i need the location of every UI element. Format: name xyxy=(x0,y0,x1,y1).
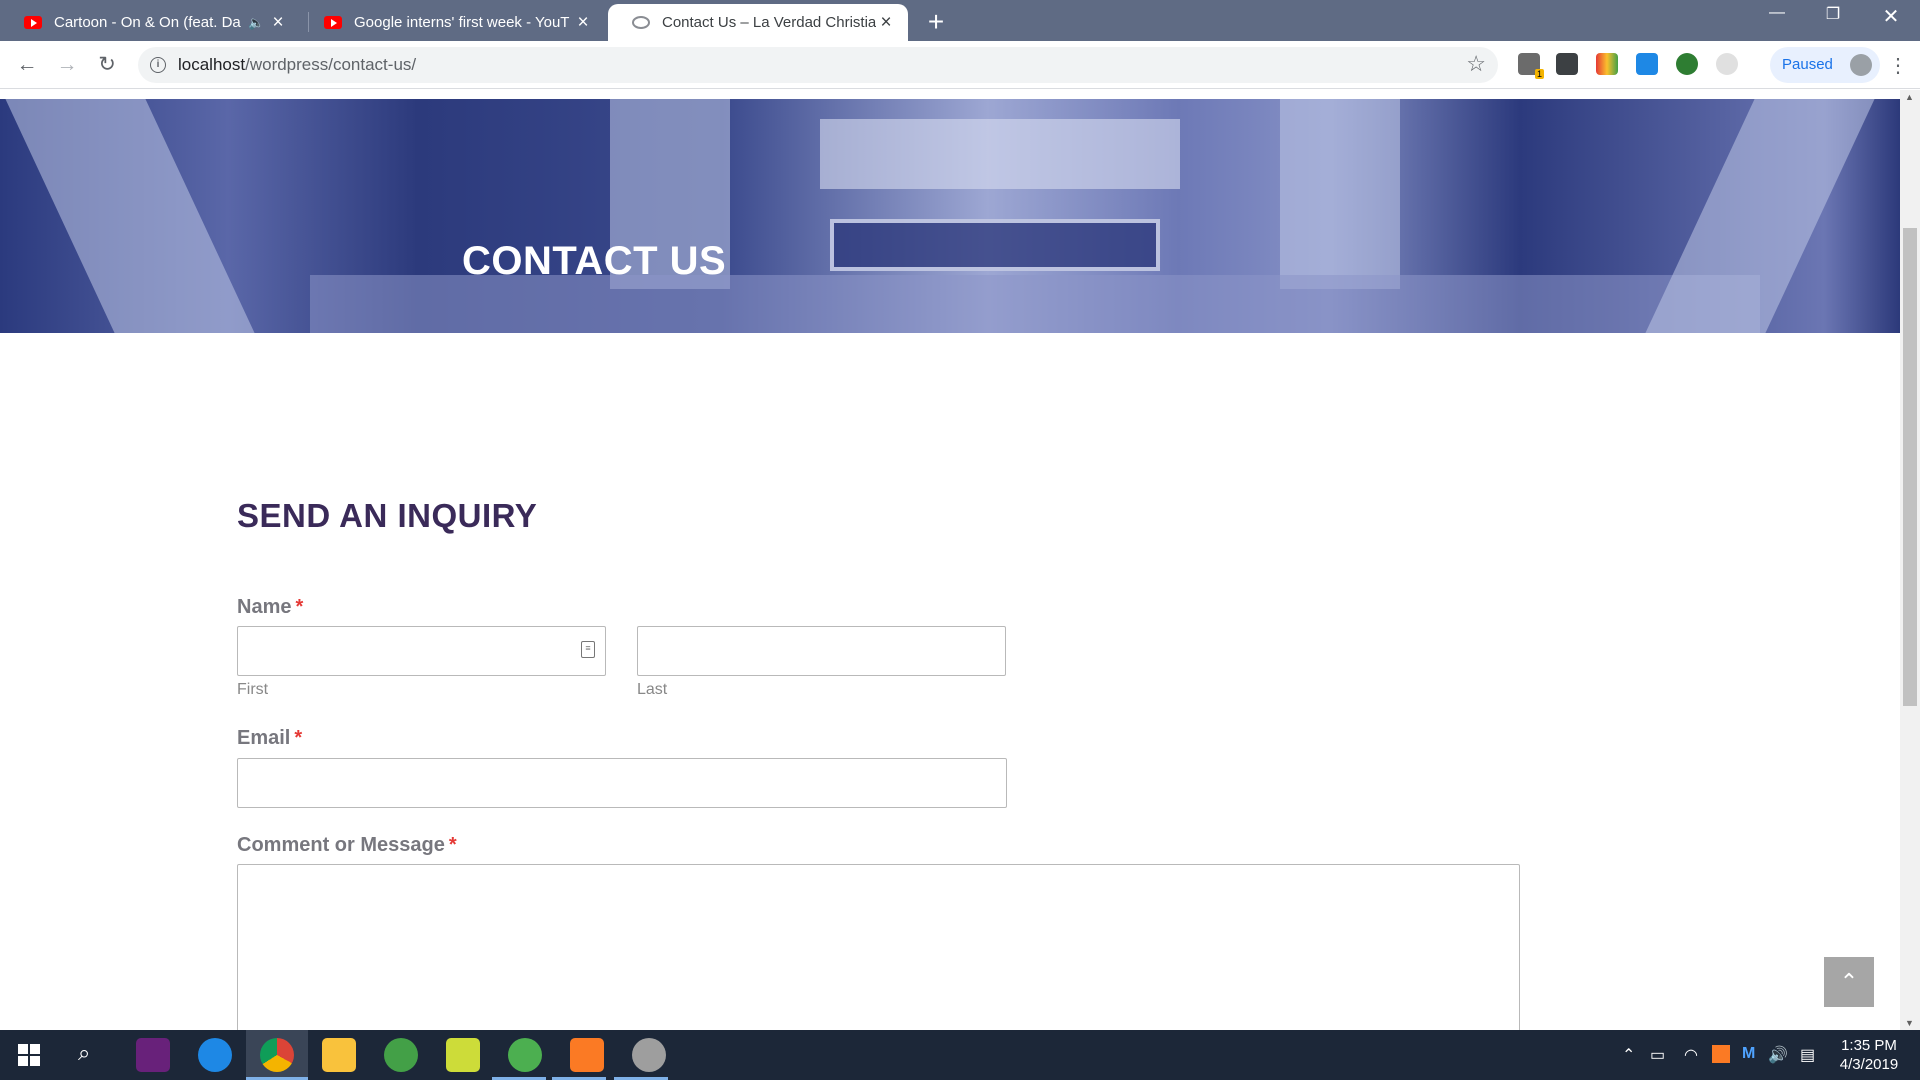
required-marker: * xyxy=(448,834,457,856)
youtube-icon xyxy=(324,16,342,29)
bookmark-star-icon[interactable]: ☆ xyxy=(1466,51,1486,77)
close-window-icon[interactable]: ✕ xyxy=(1871,4,1911,29)
avatar-icon xyxy=(1850,54,1872,76)
tab-title: Contact Us – La Verdad Christian xyxy=(662,14,876,31)
hero-building-pillar xyxy=(1280,99,1400,289)
youtube-icon xyxy=(24,16,42,29)
app-icon[interactable] xyxy=(198,1038,232,1072)
page-viewport: CONTACT US SEND AN INQUIRY Name * ≡ First… xyxy=(0,90,1900,1030)
app-icon[interactable] xyxy=(384,1038,418,1072)
tab-contact-us[interactable]: Contact Us – La Verdad Christian × xyxy=(608,4,908,41)
profile-label: Paused xyxy=(1782,56,1833,73)
close-tab-icon[interactable]: × xyxy=(876,12,896,34)
url-text[interactable]: localhost/wordpress/contact-us/ xyxy=(178,55,416,75)
hero-building-pillar xyxy=(5,99,255,333)
last-name-input[interactable] xyxy=(637,626,1006,676)
form-title: SEND AN INQUIRY xyxy=(237,497,538,534)
page-scrollbar[interactable]: ▲ ▼ xyxy=(1900,90,1920,1030)
file-explorer-icon[interactable] xyxy=(322,1038,356,1072)
clock-date: 4/3/2019 xyxy=(1839,1056,1899,1073)
globe-icon xyxy=(632,16,650,29)
tab-strip: Cartoon - On & On (feat. Da 🔈 × Google i… xyxy=(0,0,1920,41)
notifications-icon[interactable]: ▤ xyxy=(1800,1045,1815,1065)
name-label: Name * xyxy=(237,596,303,619)
profile-button[interactable]: Paused xyxy=(1770,47,1880,83)
restore-icon[interactable]: ❐ xyxy=(1813,4,1853,24)
contact-card-icon[interactable]: ≡ xyxy=(581,641,595,658)
reload-icon[interactable]: ↻ xyxy=(93,51,121,79)
tab-title: Google interns' first week - YouT xyxy=(354,14,570,31)
browser-toolbar: ← → ↻ i localhost/wordpress/contact-us/ … xyxy=(0,41,1920,89)
close-tab-icon[interactable]: × xyxy=(268,12,288,34)
hero-building-pillar xyxy=(1645,99,1875,333)
extension-icon[interactable] xyxy=(1596,53,1618,75)
email-label-text: Email xyxy=(237,727,291,749)
system-clock[interactable]: 1:35 PM 4/3/2019 xyxy=(1828,1036,1910,1074)
scroll-up-icon[interactable]: ▲ xyxy=(1905,92,1914,102)
app-icon[interactable] xyxy=(632,1038,666,1072)
name-label-text: Name xyxy=(237,596,292,618)
search-icon[interactable]: ⌕ xyxy=(78,1040,90,1066)
last-name-sublabel: Last xyxy=(637,681,668,698)
back-icon[interactable]: ← xyxy=(13,51,41,79)
scroll-thumb[interactable] xyxy=(1903,228,1917,706)
xampp-tray-icon[interactable] xyxy=(1712,1045,1730,1063)
url-host: localhost xyxy=(178,55,246,74)
xampp-icon[interactable] xyxy=(570,1038,604,1072)
new-tab-button[interactable]: + xyxy=(922,6,950,38)
windows-start-icon[interactable] xyxy=(18,1044,40,1066)
email-input[interactable] xyxy=(237,758,1007,808)
windows-taskbar: ⌕ ⌃ ▭ ◠ M 🔊 ▤ 1:35 PM 4/3/2019 xyxy=(0,1030,1920,1080)
close-tab-icon[interactable]: × xyxy=(573,12,593,34)
page-title: CONTACT US xyxy=(462,239,727,283)
hero-building-window xyxy=(830,219,1160,271)
scroll-to-top-button[interactable]: ⌃ xyxy=(1824,957,1874,1007)
url-path: /wordpress/contact-us/ xyxy=(245,55,417,74)
hero-building-window xyxy=(820,119,1180,189)
message-label-text: Comment or Message xyxy=(237,834,445,856)
volume-icon[interactable]: 🔊 xyxy=(1768,1045,1788,1065)
first-name-input[interactable]: ≡ xyxy=(237,626,606,676)
message-textarea[interactable] xyxy=(237,864,1520,1030)
message-label: Comment or Message * xyxy=(237,834,457,857)
malwarebytes-icon[interactable]: M xyxy=(1742,1045,1755,1063)
tab-cartoon[interactable]: Cartoon - On & On (feat. Da 🔈 × xyxy=(0,4,300,41)
minimize-icon[interactable]: — xyxy=(1757,4,1797,22)
battery-icon[interactable]: ▭ xyxy=(1650,1045,1665,1065)
hero-banner: CONTACT US xyxy=(0,99,1900,333)
extension-icon[interactable] xyxy=(1636,53,1658,75)
extension-icon[interactable] xyxy=(1676,53,1698,75)
required-marker: * xyxy=(294,727,303,749)
email-label: Email * xyxy=(237,727,302,750)
forward-icon[interactable]: → xyxy=(53,51,81,79)
first-name-sublabel: First xyxy=(237,681,269,698)
utorrent-icon[interactable] xyxy=(508,1038,542,1072)
extension-icon[interactable] xyxy=(1716,53,1738,75)
extension-icon[interactable] xyxy=(1556,53,1578,75)
app-icon[interactable] xyxy=(446,1038,480,1072)
extension-icon[interactable]: 1 xyxy=(1518,53,1544,79)
tab-title: Cartoon - On & On (feat. Da xyxy=(54,14,241,31)
chrome-taskbar-item[interactable] xyxy=(246,1030,308,1080)
extension-badge: 1 xyxy=(1534,69,1544,79)
address-bar[interactable]: i localhost/wordpress/contact-us/ ☆ xyxy=(138,47,1498,83)
chevron-up-icon[interactable]: ⌃ xyxy=(1622,1045,1635,1065)
visual-studio-icon[interactable] xyxy=(136,1038,170,1072)
info-icon[interactable]: i xyxy=(150,57,166,73)
required-marker: * xyxy=(295,596,304,618)
speaker-icon[interactable]: 🔈 xyxy=(248,15,268,31)
tab-google-interns[interactable]: Google interns' first week - YouT × xyxy=(300,4,605,41)
scroll-down-icon[interactable]: ▼ xyxy=(1905,1018,1914,1028)
menu-icon[interactable]: ⋮ xyxy=(1888,53,1908,78)
chrome-icon xyxy=(260,1038,294,1072)
clock-time: 1:35 PM xyxy=(1841,1037,1897,1054)
wifi-icon[interactable]: ◠ xyxy=(1684,1045,1698,1065)
